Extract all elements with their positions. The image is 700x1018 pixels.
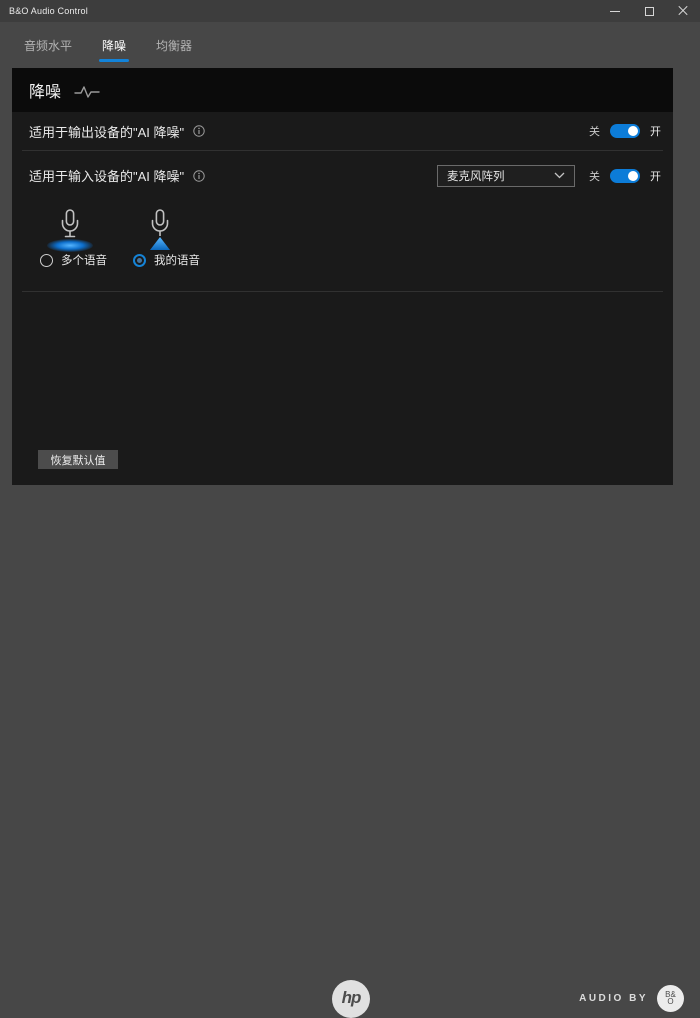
input-noise-toggle[interactable] [610, 169, 640, 183]
radio-selected-icon [133, 254, 146, 267]
noise-reduction-panel: 降噪 适用于输出设备的"AI 降噪" 关 [12, 68, 673, 485]
titlebar: B&O Audio Control [0, 0, 700, 22]
panel-header: 降噪 [12, 68, 673, 112]
app-window: B&O Audio Control 音频水平 降噪 均衡器 降噪 [0, 0, 700, 544]
radio-unselected-icon [40, 254, 53, 267]
radio-my-voice-label: 我的语音 [154, 252, 200, 268]
restore-defaults-button[interactable]: 恢复默认值 [38, 450, 118, 469]
output-noise-row: 适用于输出设备的"AI 降噪" 关 开 [12, 112, 673, 150]
input-noise-label-wrap: 适用于输入设备的"AI 降噪" [29, 166, 205, 185]
info-icon[interactable] [193, 125, 205, 137]
output-noise-label: 适用于输出设备的"AI 降噪" [29, 122, 184, 141]
window-title: B&O Audio Control [0, 6, 88, 16]
toggle-off-label: 关 [589, 168, 600, 184]
minimize-icon [610, 11, 620, 12]
input-controls-group: 麦克风阵列 关 开 [437, 165, 661, 187]
bang-olufsen-logo: B& O [657, 985, 684, 1012]
voice-mode-options: 多个语音 我的语音 [40, 252, 200, 268]
input-noise-row: 适用于输入设备的"AI 降噪" 麦克风阵列 关 [12, 151, 673, 200]
microphone-multi-voice-icon [56, 208, 84, 244]
device-select-value: 麦克风阵列 [447, 168, 505, 184]
output-toggle-group: 关 开 [589, 123, 661, 139]
toggle-on-label: 开 [650, 168, 661, 184]
minimize-button[interactable] [598, 0, 632, 22]
radio-multi-voice-label: 多个语音 [61, 252, 107, 268]
output-noise-label-wrap: 适用于输出设备的"AI 降噪" [29, 122, 205, 141]
input-toggle-group: 关 开 [589, 168, 661, 184]
radio-my-voice[interactable]: 我的语音 [133, 252, 200, 268]
tab-noise-reduction[interactable]: 降噪 [100, 31, 128, 60]
maximize-icon [645, 7, 654, 16]
info-icon[interactable] [193, 170, 205, 182]
radio-dot [137, 258, 142, 263]
toggle-knob [628, 126, 638, 136]
panel-title: 降噪 [29, 78, 61, 102]
input-noise-label: 适用于输入设备的"AI 降噪" [29, 166, 184, 185]
output-noise-toggle[interactable] [610, 124, 640, 138]
microphone-device-select[interactable]: 麦克风阵列 [437, 165, 575, 187]
voice-mode-section: 多个语音 我的语音 [12, 200, 673, 291]
window-controls [598, 0, 700, 22]
bo-logo-bottom-text: O [667, 998, 673, 1006]
audio-by-bo-brand: AUDIO BY B& O [579, 985, 684, 1012]
close-button[interactable] [666, 0, 700, 22]
separator [22, 291, 663, 292]
footer: hp AUDIO BY B& O [0, 485, 700, 544]
tab-equalizer[interactable]: 均衡器 [154, 31, 194, 60]
close-icon [678, 6, 688, 16]
hp-logo-text: hp [342, 988, 361, 1008]
toggle-on-label: 开 [650, 123, 661, 139]
radio-multi-voice[interactable]: 多个语音 [40, 252, 107, 268]
microphone-my-voice-icon [146, 208, 174, 244]
tab-bar: 音频水平 降噪 均衡器 [0, 22, 700, 68]
audio-by-label: AUDIO BY [579, 993, 648, 1004]
toggle-knob [628, 171, 638, 181]
maximize-button[interactable] [632, 0, 666, 22]
hp-logo: hp [332, 980, 370, 1018]
chevron-down-icon [554, 172, 565, 179]
tab-audio-levels[interactable]: 音频水平 [22, 31, 74, 60]
toggle-off-label: 关 [589, 123, 600, 139]
waveform-icon [74, 84, 100, 100]
